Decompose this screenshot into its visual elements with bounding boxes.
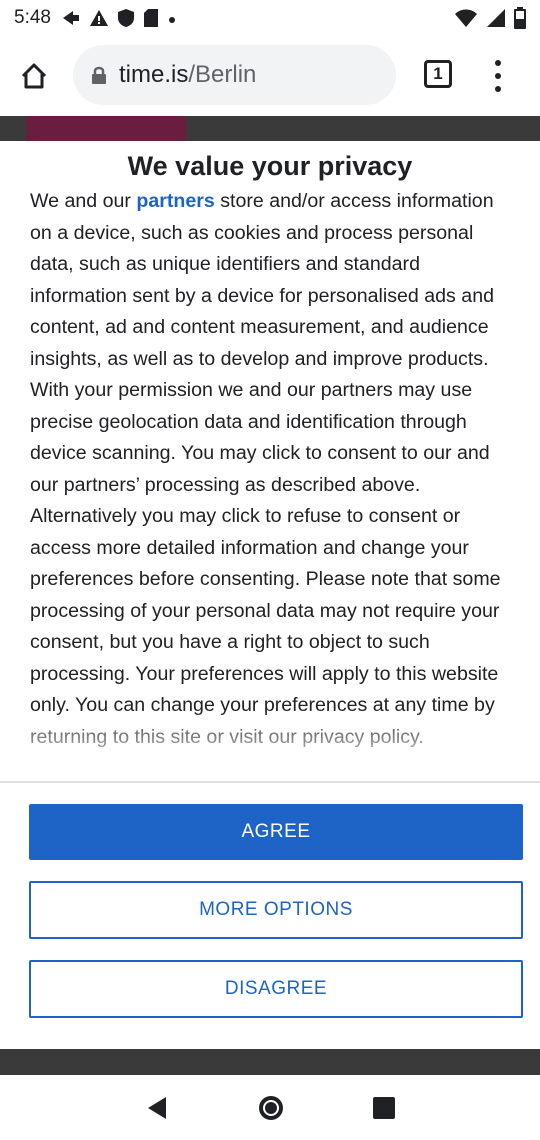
battery-icon [514,7,526,29]
tab-count: 1 [433,64,443,83]
cell-signal-icon [487,9,505,27]
url-path: /Berlin [188,61,257,88]
menu-dot-icon [495,59,501,66]
mail-arrow-icon [62,11,79,25]
privacy-consent-dialog: We value your privacy We and our partner… [0,141,540,1049]
android-nav-bar [0,1075,540,1140]
body-text: store and/or access information on a dev… [30,190,501,748]
url-text: time.is/Berlin [119,61,256,89]
recents-icon[interactable] [372,1096,396,1120]
dialog-divider [0,781,540,783]
tab-switcher-button[interactable]: 1 [424,60,452,88]
lock-icon [92,66,106,84]
home-icon [21,63,47,89]
more-options-button[interactable]: MORE OPTIONS [29,881,523,939]
body-prefix: We and our [30,190,137,212]
disagree-button[interactable]: DISAGREE [29,960,523,1018]
system-icons [454,7,526,29]
wifi-icon [455,9,477,27]
sd-card-icon [143,9,158,27]
url-bar[interactable]: time.is/Berlin [73,45,396,105]
dialog-body: We and our partners store and/or access … [30,186,510,753]
notification-icons [61,8,177,28]
warning-icon [89,10,108,26]
home-circle-icon[interactable] [257,1094,285,1122]
browser-toolbar: time.is/Berlin 1 [0,36,540,116]
status-time: 5:48 [14,7,51,28]
dialog-title: We value your privacy [127,151,413,181]
agree-button[interactable]: AGREE [29,804,523,860]
page-header-strip [26,116,186,141]
home-button[interactable] [14,56,54,96]
shield-icon [117,9,134,27]
text-fade-overlay [0,709,540,769]
dot-icon [168,17,175,23]
menu-dot-icon [495,86,501,93]
menu-dot-icon [495,72,501,79]
url-host: time.is [119,61,189,88]
partners-link[interactable]: partners [136,190,214,212]
status-bar: 5:48 [0,0,540,36]
overflow-menu-button[interactable] [484,56,512,96]
back-icon[interactable] [144,1095,170,1121]
